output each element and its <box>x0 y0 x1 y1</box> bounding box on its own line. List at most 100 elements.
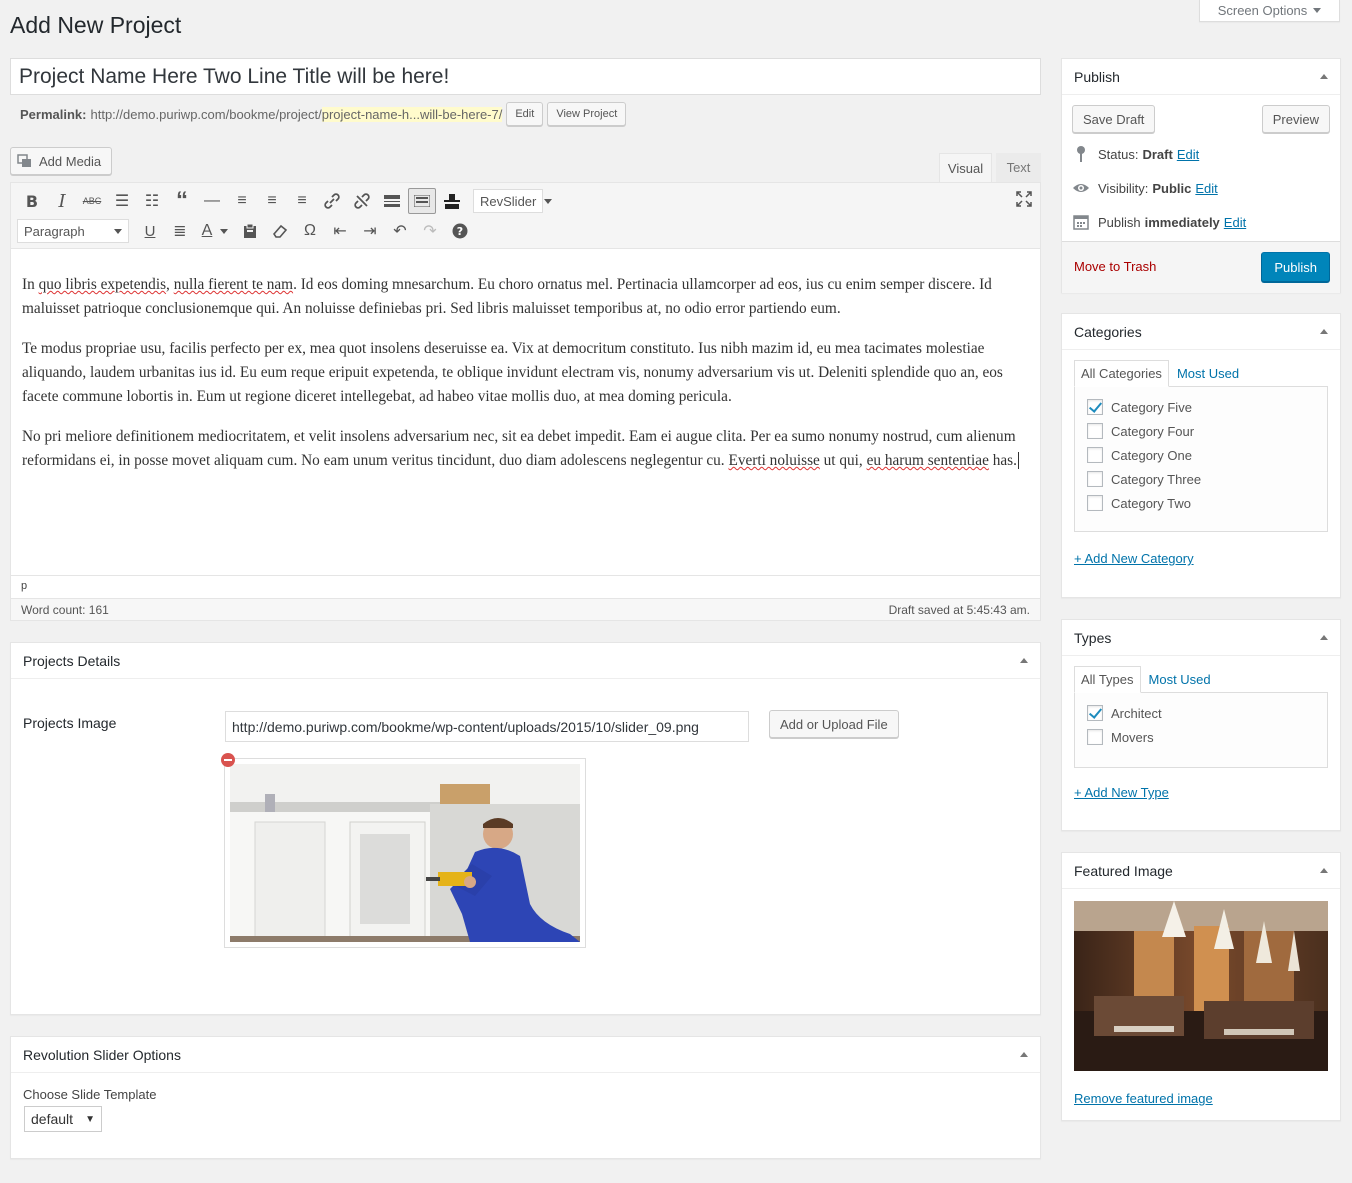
save-draft-button[interactable]: Save Draft <box>1072 105 1156 133</box>
toolbar-row-2: Paragraph U ≣ A Ω ⇤ ⇥ ↶ ↷ ? <box>17 217 475 245</box>
unlink-icon[interactable] <box>347 187 377 215</box>
add-new-type-link[interactable]: + Add New Type <box>1074 785 1169 800</box>
tab-all-categories[interactable]: All Categories <box>1074 360 1169 387</box>
category-item[interactable]: Category Five <box>1087 395 1315 419</box>
view-project-button[interactable]: View Project <box>547 102 627 126</box>
align-left-icon[interactable]: ≡ <box>227 187 257 215</box>
chevron-up-icon[interactable] <box>1320 868 1328 873</box>
paragraph-3: No pri meliore definitionem mediocritate… <box>22 428 1019 469</box>
undo-icon[interactable]: ↶ <box>385 217 415 245</box>
editor-status-bar: Word count: 161 Draft saved at 5:45:43 a… <box>11 598 1040 620</box>
featured-image-header[interactable]: Featured Image <box>1062 853 1340 889</box>
permalink-label: Permalink: <box>20 106 87 122</box>
tab-text[interactable]: Text <box>996 153 1041 182</box>
chevron-down-icon: ▼ <box>85 1113 95 1125</box>
paragraph-1: In quo libris expetendis, nulla fierent … <box>22 276 992 317</box>
chevron-up-icon[interactable] <box>1020 658 1028 663</box>
add-upload-file-button[interactable]: Add or Upload File <box>769 710 899 738</box>
revslider-select[interactable]: RevSlider <box>473 189 553 213</box>
publish-button[interactable]: Publish <box>1261 252 1330 282</box>
types-header[interactable]: Types <box>1062 620 1340 656</box>
help-icon[interactable]: ? <box>445 217 475 245</box>
bold-icon[interactable]: B <box>17 187 47 215</box>
category-checkbox[interactable] <box>1087 399 1103 415</box>
screen-options-button[interactable]: Screen Options <box>1199 0 1340 22</box>
preview-button[interactable]: Preview <box>1261 105 1330 133</box>
chevron-up-icon[interactable] <box>1320 74 1328 79</box>
chevron-up-icon[interactable] <box>1020 1052 1028 1057</box>
align-right-icon[interactable]: ≡ <box>287 187 317 215</box>
shortcode-icon[interactable] <box>437 187 467 215</box>
chevron-up-icon[interactable] <box>1320 635 1328 640</box>
tab-visual[interactable]: Visual <box>939 153 992 182</box>
visibility-edit-link[interactable]: Edit <box>1195 181 1217 196</box>
category-item[interactable]: Category Three <box>1087 467 1315 491</box>
categories-title: Categories <box>1074 323 1142 340</box>
type-item[interactable]: Movers <box>1087 725 1315 749</box>
category-item[interactable]: Category One <box>1087 443 1315 467</box>
featured-image-thumbnail[interactable] <box>1074 901 1328 1071</box>
paste-text-icon[interactable] <box>235 217 265 245</box>
underline-icon[interactable]: U <box>135 217 165 245</box>
tab-most-used-categories[interactable]: Most Used <box>1169 361 1247 386</box>
editor-content[interactable]: In quo libris expetendis, nulla fierent … <box>22 273 1022 489</box>
tab-all-types[interactable]: All Types <box>1074 666 1141 693</box>
redo-icon[interactable]: ↷ <box>415 217 445 245</box>
post-title-input[interactable]: Project Name Here Two Line Title will be… <box>10 58 1041 95</box>
clear-formatting-icon[interactable] <box>265 217 295 245</box>
remove-image-icon[interactable] <box>221 753 235 767</box>
featured-image-box: Featured Image Remove featured image <box>1061 852 1341 1121</box>
permalink-edit-button[interactable]: Edit <box>506 102 544 126</box>
justify-icon[interactable]: ≣ <box>165 217 195 245</box>
move-to-trash-link[interactable]: Move to Trash <box>1074 259 1156 274</box>
schedule-edit-link[interactable]: Edit <box>1224 215 1246 230</box>
types-box: Types All Types Most Used Architect Move… <box>1061 619 1341 831</box>
chevron-up-icon[interactable] <box>1320 329 1328 334</box>
strikethrough-icon[interactable]: ABC <box>77 187 107 215</box>
screen-options-label: Screen Options <box>1217 3 1308 18</box>
projects-details-box: Projects Details Projects Image http://d… <box>10 642 1041 1015</box>
bullet-list-icon[interactable]: ☰ <box>107 187 137 215</box>
category-checkbox[interactable] <box>1087 495 1103 511</box>
category-checkbox[interactable] <box>1087 447 1103 463</box>
permalink-slug[interactable]: project-name-h...will-be-here-7/ <box>321 106 503 122</box>
tab-most-used-types[interactable]: Most Used <box>1141 667 1219 692</box>
text-color-icon[interactable]: A <box>195 217 235 245</box>
type-item[interactable]: Architect <box>1087 701 1315 725</box>
pin-icon <box>1072 146 1090 162</box>
element-path[interactable]: p <box>11 575 1040 598</box>
categories-header[interactable]: Categories <box>1062 314 1340 350</box>
type-checkbox[interactable] <box>1087 729 1103 745</box>
add-new-category-link[interactable]: + Add New Category <box>1074 551 1194 566</box>
publish-title: Publish <box>1074 68 1120 85</box>
remove-featured-image-link[interactable]: Remove featured image <box>1074 1091 1213 1106</box>
permalink-base[interactable]: http://demo.puriwp.com/bookme/project/ <box>90 107 321 122</box>
status-edit-link[interactable]: Edit <box>1177 147 1199 162</box>
special-character-icon[interactable]: Ω <box>295 217 325 245</box>
category-item[interactable]: Category Two <box>1087 491 1315 515</box>
format-select[interactable]: Paragraph <box>17 219 129 243</box>
italic-icon[interactable]: I <box>47 187 77 215</box>
revolution-slider-title: Revolution Slider Options <box>23 1046 181 1063</box>
revolution-slider-header[interactable]: Revolution Slider Options <box>11 1037 1040 1073</box>
horizontal-line-icon[interactable]: — <box>197 187 227 215</box>
category-checkbox[interactable] <box>1087 423 1103 439</box>
projects-image-url-input[interactable]: http://demo.puriwp.com/bookme/wp-content… <box>225 711 749 742</box>
toolbar-toggle-icon[interactable] <box>408 188 436 214</box>
align-center-icon[interactable]: ≡ <box>257 187 287 215</box>
add-media-button[interactable]: Add Media <box>10 147 113 175</box>
indent-icon[interactable]: ⇥ <box>355 217 385 245</box>
blockquote-icon[interactable]: “ <box>167 187 197 215</box>
slide-template-select[interactable]: default ▼ <box>24 1106 102 1132</box>
publish-header[interactable]: Publish <box>1062 59 1340 95</box>
category-item[interactable]: Category Four <box>1087 419 1315 443</box>
type-checkbox[interactable] <box>1087 705 1103 721</box>
link-icon[interactable] <box>317 187 347 215</box>
numbered-list-icon[interactable]: ☷ <box>137 187 167 215</box>
projects-details-header[interactable]: Projects Details <box>11 643 1040 679</box>
outdent-icon[interactable]: ⇤ <box>325 217 355 245</box>
read-more-icon[interactable] <box>377 187 407 215</box>
fullscreen-icon[interactable] <box>1016 191 1032 212</box>
category-checkbox[interactable] <box>1087 471 1103 487</box>
status-row: Status: Draft Edit <box>1072 137 1246 171</box>
